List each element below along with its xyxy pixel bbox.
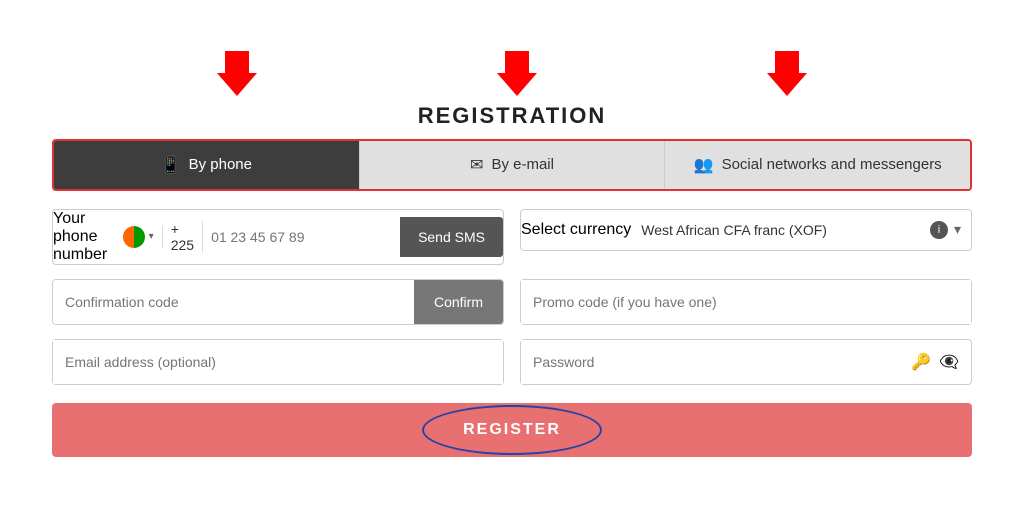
tab-phone-label: By phone — [189, 156, 252, 173]
register-label: REGISTER — [463, 421, 561, 438]
key-icon: 🔑 — [911, 352, 931, 372]
confirm-button[interactable]: Confirm — [414, 280, 503, 324]
currency-icons: i ▾ — [930, 221, 971, 239]
promo-input[interactable] — [521, 280, 971, 324]
confirmation-input[interactable] — [53, 280, 414, 324]
currency-info-icon[interactable]: i — [930, 221, 948, 239]
currency-select[interactable]: West African CFA franc (XOF) — [631, 210, 930, 250]
password-input[interactable] — [521, 340, 911, 384]
phone-group: Your phone number ▾ + 225 Send SMS — [52, 209, 504, 265]
currency-label: Select currency — [521, 221, 631, 239]
password-icons: 🔑 👁‍🗨 — [911, 352, 971, 372]
promo-group — [520, 279, 972, 325]
currency-wrapper: Select currency West African CFA franc (… — [520, 209, 972, 251]
flag-chevron-icon: ▾ — [149, 231, 154, 242]
confirmation-wrapper: Confirm — [52, 279, 504, 325]
flag-left — [123, 226, 134, 248]
phone-label: Your phone number — [53, 210, 115, 264]
phone-input[interactable] — [203, 217, 400, 257]
register-button[interactable]: REGISTER — [52, 403, 972, 457]
send-sms-button[interactable]: Send SMS — [400, 217, 503, 257]
registration-tabs: 📱 By phone ✉ By e-mail 👥 Social networks… — [52, 139, 972, 191]
email-icon: ✉ — [470, 155, 483, 175]
social-icon: 👥 — [694, 155, 714, 175]
register-row: REGISTER — [52, 399, 972, 457]
arrow-3 — [767, 51, 807, 101]
phone-currency-row: Your phone number ▾ + 225 Send SMS Selec… — [52, 209, 972, 265]
flag-right — [134, 226, 145, 248]
email-wrapper — [52, 339, 504, 385]
tab-social[interactable]: 👥 Social networks and messengers — [665, 141, 970, 189]
arrows-row — [52, 51, 972, 101]
email-input[interactable] — [53, 340, 503, 384]
registration-container: REGISTRATION 📱 By phone ✉ By e-mail 👥 So… — [32, 41, 992, 477]
phone-code: + 225 — [163, 221, 203, 253]
email-password-row: 🔑 👁‍🗨 — [52, 339, 972, 385]
eye-slash-icon[interactable]: 👁‍🗨 — [939, 352, 959, 372]
tab-email[interactable]: ✉ By e-mail — [360, 141, 666, 189]
page-title: REGISTRATION — [52, 103, 972, 129]
promo-wrapper — [520, 279, 972, 325]
currency-chevron-icon[interactable]: ▾ — [954, 221, 961, 238]
tab-email-label: By e-mail — [491, 156, 554, 173]
phone-input-wrapper: Your phone number ▾ + 225 Send SMS — [52, 209, 504, 265]
tab-phone[interactable]: 📱 By phone — [54, 141, 360, 189]
confirmation-group: Confirm — [52, 279, 504, 325]
arrow-1 — [217, 51, 257, 101]
phone-icon: 📱 — [161, 155, 181, 175]
currency-group: Select currency West African CFA franc (… — [520, 209, 972, 265]
country-flag — [123, 226, 145, 248]
password-wrapper: 🔑 👁‍🗨 — [520, 339, 972, 385]
arrow-2 — [497, 51, 537, 101]
country-selector[interactable]: ▾ — [115, 226, 163, 248]
password-group: 🔑 👁‍🗨 — [520, 339, 972, 385]
confirmation-promo-row: Confirm — [52, 279, 972, 325]
tab-social-label: Social networks and messengers — [722, 156, 942, 173]
email-group — [52, 339, 504, 385]
